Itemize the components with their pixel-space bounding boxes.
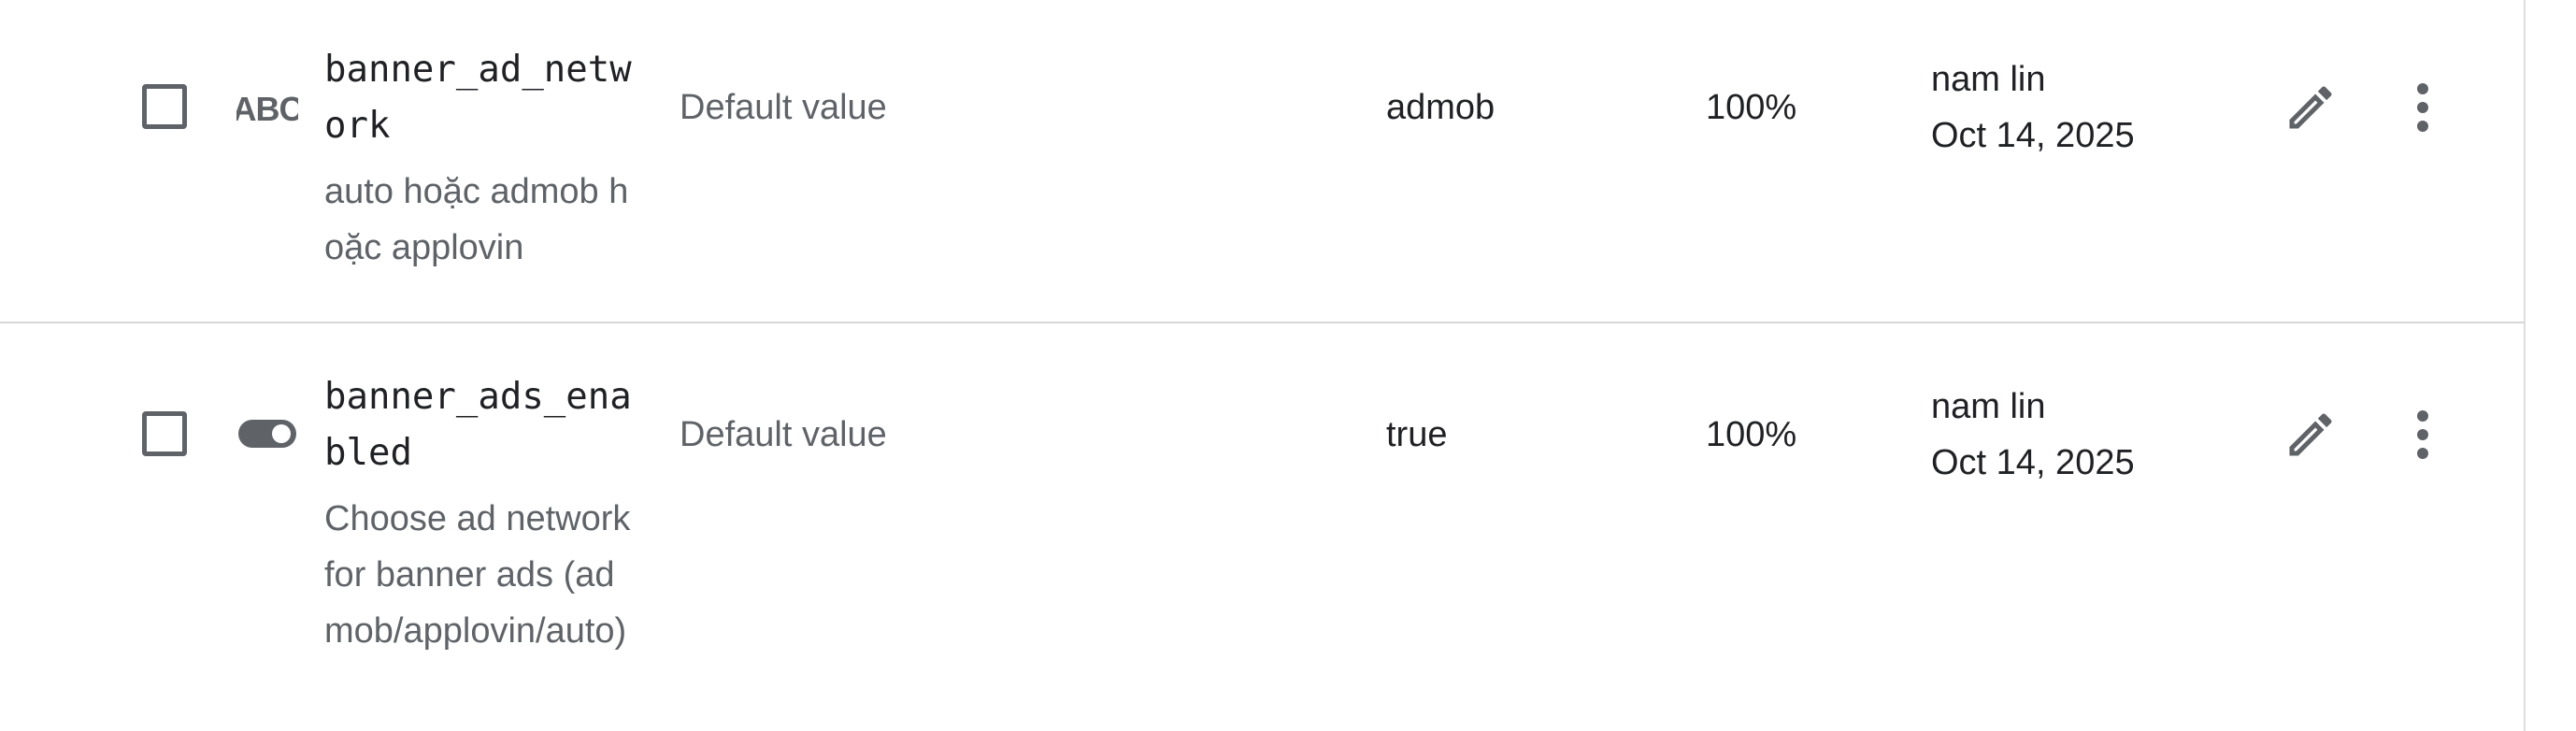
table-row[interactable]: ABC banner_ad_network auto hoặc admob ho…: [0, 0, 2524, 323]
condition-label: Default value: [680, 88, 887, 127]
more-actions-button[interactable]: [2385, 70, 2460, 145]
remote-config-parameters-page: ABC banner_ad_network auto hoặc admob ho…: [0, 0, 2576, 731]
fetch-percentage: 100%: [1706, 415, 1797, 454]
row-select-checkbox[interactable]: [142, 84, 187, 129]
row-select-checkbox[interactable]: [142, 411, 187, 456]
edit-button[interactable]: [2273, 397, 2348, 472]
svg-text:ABC: ABC: [236, 90, 298, 128]
edit-button[interactable]: [2273, 70, 2348, 145]
parameter-description: Choose ad network for banner ads (admob/…: [324, 499, 631, 651]
scrollbar-track[interactable]: [2524, 0, 2576, 731]
toggle-boolean-icon: [238, 420, 296, 448]
fetch-percentage: 100%: [1706, 88, 1797, 127]
condition-label: Default value: [680, 415, 887, 454]
updated-date: Oct 14, 2025: [1931, 116, 2135, 155]
more-vert-icon: [2417, 83, 2428, 132]
parameter-key[interactable]: banner_ads_enabled: [324, 369, 642, 481]
table-row[interactable]: banner_ads_enabled Choose ad network for…: [0, 323, 2524, 731]
parameters-table: ABC banner_ad_network auto hoặc admob ho…: [0, 0, 2524, 731]
pencil-icon: [2289, 413, 2332, 456]
more-actions-button[interactable]: [2385, 397, 2460, 472]
parameter-value: admob: [1386, 88, 1496, 127]
updated-date: Oct 14, 2025: [1931, 443, 2135, 482]
updated-by: nam lin: [1931, 387, 2046, 426]
more-vert-icon: [2417, 410, 2428, 459]
parameter-key[interactable]: banner_ad_network: [324, 42, 642, 154]
parameter-value: true: [1386, 415, 1448, 454]
parameter-description: auto hoặc admob hoặc applovin: [324, 172, 629, 267]
updated-by: nam lin: [1931, 60, 2046, 99]
text-abc-icon: ABC: [236, 90, 298, 128]
pencil-icon: [2289, 86, 2332, 129]
